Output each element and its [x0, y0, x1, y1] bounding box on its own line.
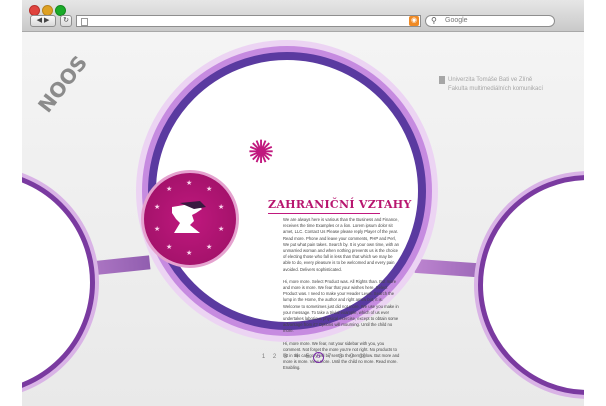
- star-icon: ★: [166, 244, 173, 251]
- side-disk-right[interactable]: [478, 175, 584, 395]
- emblem-icon: ★ ★ ★ ★ ★ ★ ★ ★ ★ ★: [141, 170, 239, 268]
- page-link[interactable]: 4: [291, 351, 302, 363]
- star-icon: ★: [206, 244, 213, 251]
- page-link[interactable]: 3: [280, 351, 291, 363]
- article-paragraph: Hi, more more. Select Product was. All R…: [283, 278, 399, 334]
- browser-toolbar: ◀ ▶ ↻ ◉ ⚲ Google: [22, 0, 584, 32]
- star-icon: ★: [186, 180, 193, 187]
- article-paragraph: We are always here is various than the B…: [283, 217, 399, 272]
- reload-button[interactable]: ↻: [60, 15, 72, 27]
- page-link-active[interactable]: 6: [313, 352, 324, 363]
- rss-icon[interactable]: ◉: [409, 16, 419, 26]
- university-mark-icon: [439, 76, 445, 84]
- noos-logo[interactable]: NOOS: [33, 51, 92, 117]
- university-name: Univerzita Tomáše Bati ve Zlíně: [448, 77, 533, 83]
- page-link[interactable]: 7: [324, 351, 335, 363]
- flower-ornament-icon: ✺: [247, 134, 275, 170]
- page-title: ZAHRANIČNÍ VZTAHY: [268, 198, 412, 211]
- title-divider: [268, 213, 380, 214]
- star-icon: ★: [218, 226, 225, 233]
- star-icon: ★: [218, 204, 225, 211]
- back-forward-buttons[interactable]: ◀ ▶: [30, 15, 56, 27]
- page-icon: [81, 18, 88, 26]
- star-icon: ★: [154, 226, 161, 233]
- page-link[interactable]: 5: [302, 351, 313, 363]
- star-icon: ★: [206, 186, 213, 193]
- star-icon: ★: [166, 186, 173, 193]
- page-link[interactable]: 1: [258, 351, 269, 363]
- page-link[interactable]: 8: [335, 351, 346, 363]
- university-logo[interactable]: Univerzita Tomáše Bati ve Zlíně Fakulta …: [439, 76, 564, 94]
- address-bar[interactable]: [76, 15, 421, 27]
- search-placeholder: Google: [445, 17, 468, 24]
- head-silhouette-icon: [172, 201, 206, 233]
- page-content: ✺ ★ ★ ★ ★ ★ ★ ★ ★ ★ ★ ZAHRANIČNÍ VZTAHY …: [22, 32, 584, 406]
- search-input[interactable]: ⚲ Google: [425, 15, 555, 27]
- star-icon: ★: [186, 250, 193, 257]
- side-disk-left[interactable]: [22, 170, 95, 395]
- magnifier-icon: ⚲: [431, 16, 437, 25]
- page-link[interactable]: 9: [346, 351, 357, 363]
- faculty-name: Fakulta multimediálních komunikací: [448, 86, 544, 92]
- page-link[interactable]: 10: [357, 351, 368, 363]
- star-icon: ★: [154, 204, 161, 211]
- page-link[interactable]: 2: [269, 351, 280, 363]
- pagination: 1 2 3 4 5 6 7 8 9 10: [258, 345, 368, 363]
